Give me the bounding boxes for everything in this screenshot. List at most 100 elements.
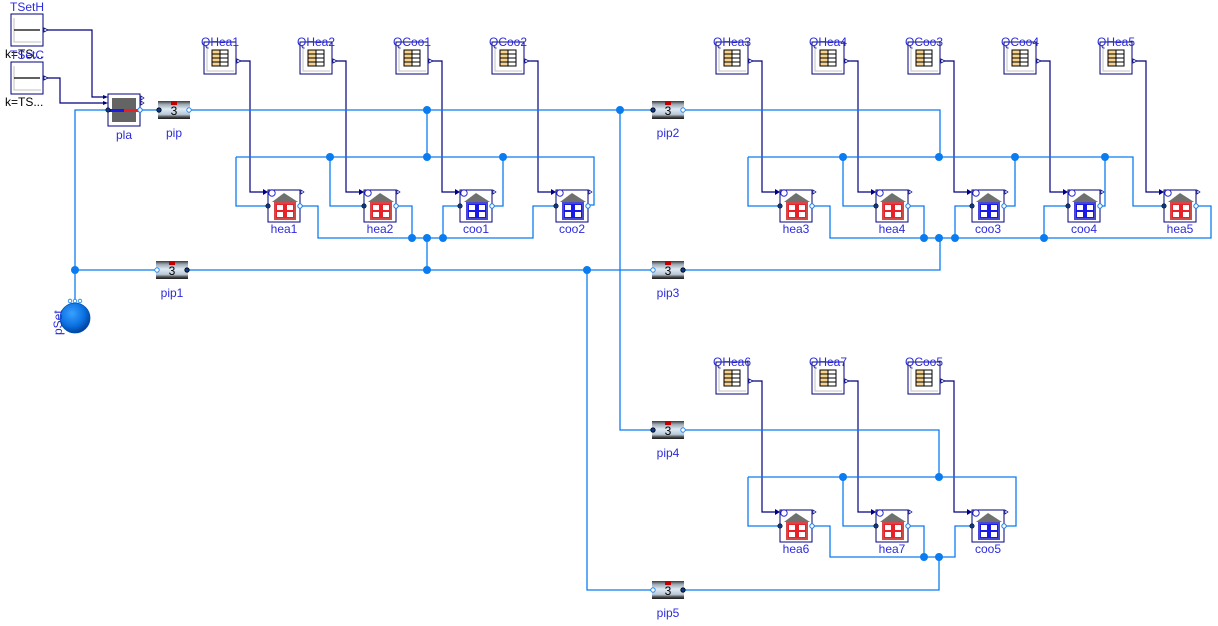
source-TSetC[interactable] [10, 61, 49, 95]
output-port-icon [332, 58, 338, 64]
fluid-port-b-icon[interactable] [680, 587, 686, 593]
load-coo1[interactable] [455, 189, 497, 223]
fluid-port-b-icon[interactable] [186, 107, 192, 113]
table-label-QHea3: QHea3 [712, 35, 752, 49]
fluid-port-a-icon[interactable] [873, 523, 879, 529]
load-hea3[interactable] [775, 189, 817, 223]
fluid-port-b-icon[interactable] [1001, 203, 1007, 209]
fluid-port-icon[interactable] [77, 298, 83, 304]
wire-pip4-out [684, 429, 940, 477]
fluid-port-b-icon[interactable] [137, 107, 143, 113]
fluid-port-b-icon[interactable] [680, 427, 686, 433]
table-label-QCoo3: QCoo3 [904, 35, 944, 49]
fluid-port-a-icon[interactable] [969, 523, 975, 529]
load-hea1[interactable] [263, 189, 305, 223]
junction-dot [423, 266, 431, 274]
fluid-port-icon[interactable] [72, 298, 78, 304]
wire-g3-hea6-in [747, 477, 781, 527]
pipe-label-pip3: pip3 [656, 286, 680, 300]
junction-dot [616, 106, 624, 114]
junction-dot [423, 153, 431, 161]
output-port-icon [940, 58, 946, 64]
fluid-port-b-icon[interactable] [809, 203, 815, 209]
fluid-port-a-icon[interactable] [361, 203, 367, 209]
fluid-port-icon[interactable] [67, 298, 73, 304]
fluid-port-b-icon[interactable] [809, 523, 815, 529]
fluid-port-a-icon[interactable] [457, 203, 463, 209]
wire-g2-coo3-out [1004, 157, 1016, 207]
pipe-pip[interactable]: 3 [156, 101, 192, 119]
output-port-icon [1196, 189, 1201, 195]
wire-g2-coo4-in [1043, 205, 1068, 238]
fluid-port-a-icon[interactable] [1065, 203, 1071, 209]
output-port-icon [43, 75, 49, 81]
fluid-port-b-icon[interactable] [489, 203, 495, 209]
pipe-pip1[interactable]: 3 [154, 261, 190, 279]
load-coo5[interactable] [967, 509, 1009, 543]
pipe-segments-text: 3 [169, 264, 176, 278]
fluid-port-b-icon[interactable] [1001, 523, 1007, 529]
load-coo4[interactable] [1063, 189, 1105, 223]
fluid-port-b-icon[interactable] [393, 203, 399, 209]
junction-dot [920, 234, 928, 242]
fluid-port-a-icon[interactable] [650, 587, 656, 593]
fluid-port-a-icon[interactable] [650, 267, 656, 273]
junction-dot [71, 266, 79, 274]
load-coo3[interactable] [967, 189, 1009, 223]
fluid-port-a-icon[interactable] [265, 203, 271, 209]
fluid-port-b-icon[interactable] [905, 203, 911, 209]
fluid-port-b-icon[interactable] [184, 267, 190, 273]
wire-pip5-out [684, 557, 940, 591]
fluid-port-a-icon[interactable] [156, 107, 162, 113]
fluid-port-a-icon[interactable] [969, 203, 975, 209]
fluid-port-a-icon[interactable] [154, 267, 160, 273]
plant-pla[interactable] [103, 93, 145, 127]
fluid-port-b-icon[interactable] [297, 203, 303, 209]
table-label-QCoo4: QCoo4 [1000, 35, 1040, 49]
pipe-label-pip5: pip5 [656, 606, 680, 620]
fluid-port-a-icon[interactable] [873, 203, 879, 209]
fluid-port-a-icon[interactable] [650, 427, 656, 433]
load-hea7[interactable] [871, 509, 913, 543]
load-coo2[interactable] [551, 189, 593, 223]
output-port-icon [1036, 58, 1042, 64]
pipe-pip4[interactable]: 3 [650, 421, 686, 439]
output-port-icon [748, 378, 754, 384]
signal-wires [44, 29, 106, 104]
fluid-port-a-icon[interactable] [777, 523, 783, 529]
load-label-hea3: hea3 [782, 222, 810, 236]
fluid-port-b-icon[interactable] [585, 203, 591, 209]
fluid-port-b-icon[interactable] [905, 523, 911, 529]
q-input-port-icon [263, 189, 268, 195]
wire-pla-return [74, 109, 108, 300]
source-label-TSetH: TSetH [9, 0, 45, 14]
pipe-pip5[interactable]: 3 [650, 581, 686, 599]
junction-dot [1011, 153, 1019, 161]
output-port-icon [428, 58, 434, 64]
output-port-icon [43, 27, 49, 33]
load-hea6[interactable] [775, 509, 817, 543]
output-port-icon [1004, 189, 1009, 195]
pipe-pip3[interactable]: 3 [650, 261, 686, 279]
fluid-port-a-icon[interactable] [553, 203, 559, 209]
fluid-port-b-icon[interactable] [1193, 203, 1199, 209]
pipe-segments-text: 3 [665, 584, 672, 598]
fluid-port-a-icon[interactable] [1161, 203, 1167, 209]
fluid-port-a-icon[interactable] [650, 107, 656, 113]
fluid-port-a-icon[interactable] [777, 203, 783, 209]
load-hea2[interactable] [359, 189, 401, 223]
fluid-port-b-icon[interactable] [680, 107, 686, 113]
q-input-port-icon [967, 509, 972, 515]
fluid-port-b-icon[interactable] [1097, 203, 1103, 209]
load-label-hea7: hea7 [878, 542, 906, 556]
load-hea5[interactable] [1159, 189, 1201, 223]
wire-g1-hea1-in [235, 157, 268, 207]
components: 3 3 3 3 3 3 [10, 13, 1201, 599]
pipe-pip2[interactable]: 3 [650, 101, 686, 119]
q-input-port-icon [775, 509, 780, 515]
source-TSetH[interactable] [10, 13, 49, 47]
table-label-QHea6: QHea6 [712, 355, 752, 369]
fluid-port-b-icon[interactable] [680, 267, 686, 273]
fluid-port-a-icon[interactable] [105, 107, 111, 113]
load-hea4[interactable] [871, 189, 913, 223]
